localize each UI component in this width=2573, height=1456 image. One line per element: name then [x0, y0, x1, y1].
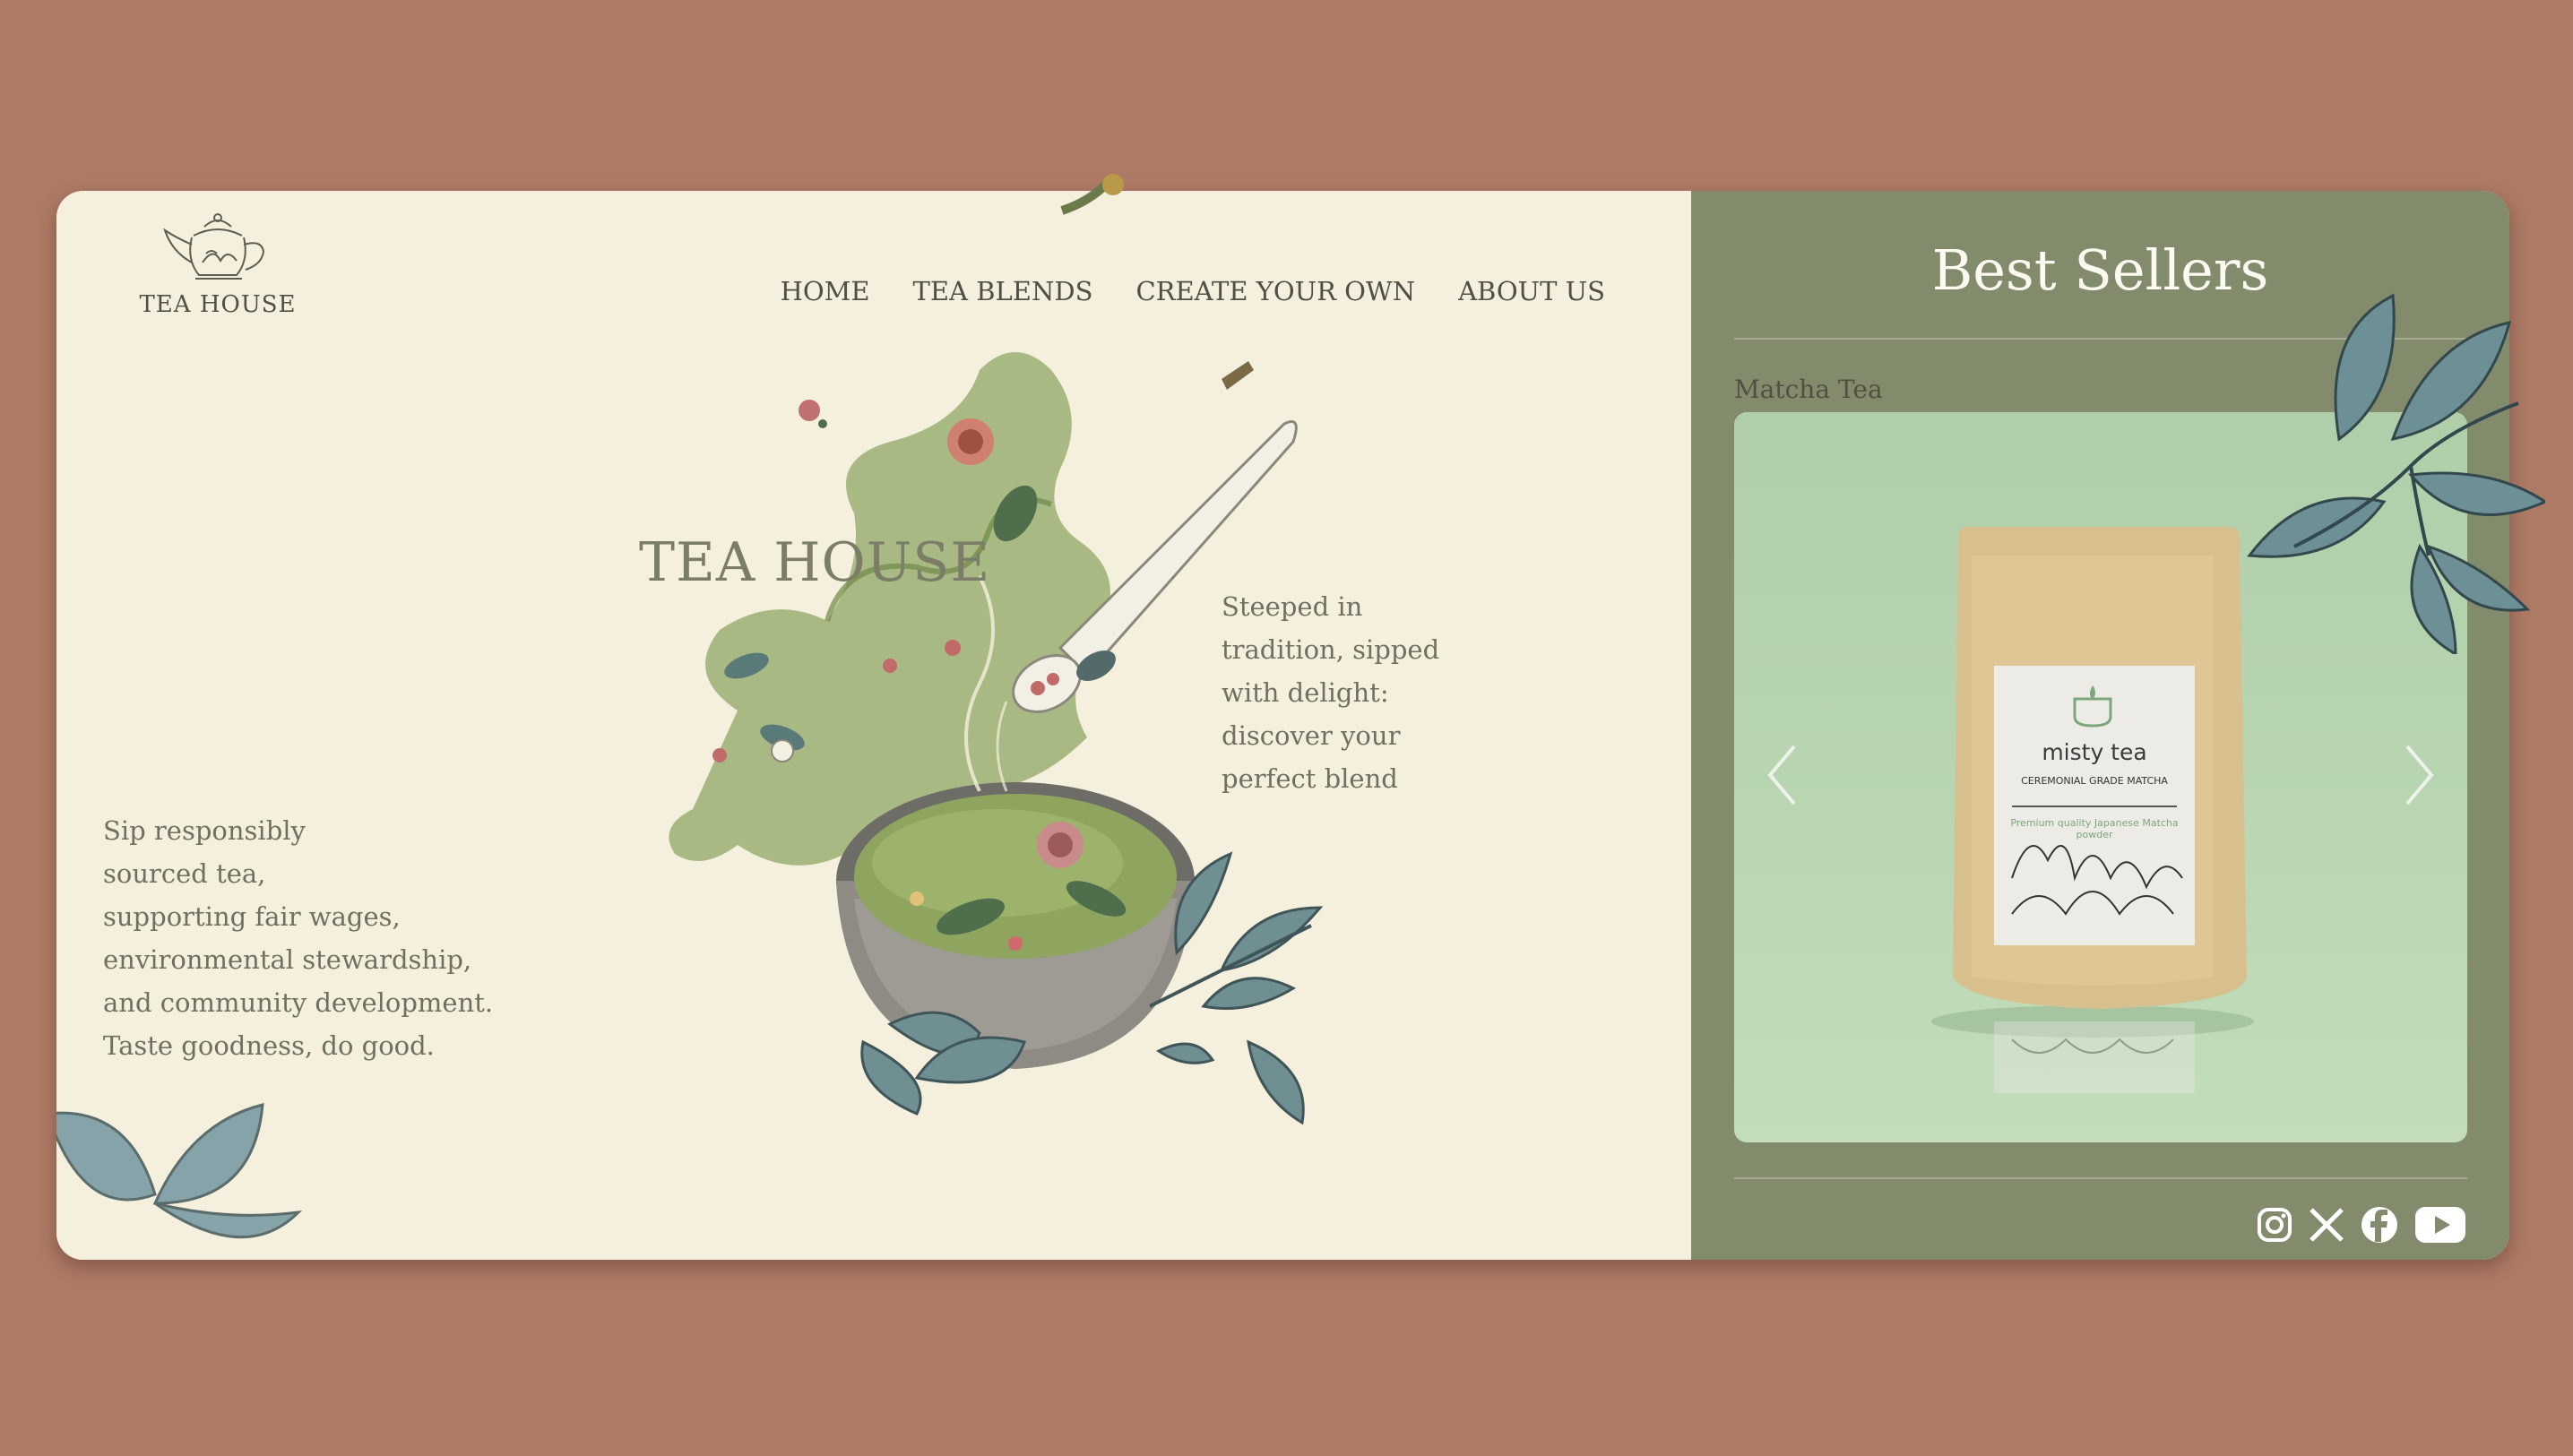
package-brand: misty tea — [2042, 739, 2147, 765]
hero-title: TEA HOUSE — [639, 531, 991, 594]
teapot-logo-icon — [163, 213, 265, 280]
tagline-line: discover your — [1222, 720, 1401, 751]
tagline-line: Steeped in — [1222, 591, 1363, 622]
package-subtitle: CEREMONIAL GRADE MATCHA — [2021, 775, 2168, 787]
package-note: Premium quality Japanese Matcha powder — [2010, 817, 2179, 840]
instagram-icon[interactable] — [2257, 1207, 2292, 1246]
main-nav: HOME TEA BLENDS CREATE YOUR OWN ABOUT US — [781, 276, 1605, 306]
mission-line: environmental stewardship, — [103, 944, 472, 975]
x-icon[interactable] — [2309, 1207, 2344, 1246]
logo-text: TEA HOUSE — [139, 291, 297, 318]
nav-home[interactable]: HOME — [781, 276, 870, 306]
product-name: Matcha Tea — [1734, 375, 1883, 404]
carousel-next-arrow-icon[interactable] — [2391, 730, 2445, 820]
facebook-icon[interactable] — [2361, 1206, 2398, 1247]
clove-decoration-icon — [1060, 174, 1124, 215]
mission-line: supporting fair wages, — [103, 901, 401, 932]
nav-create-your-own[interactable]: CREATE YOUR OWN — [1135, 276, 1415, 306]
main-card: TEA HOUSE HOME TEA BLENDS CREATE YOUR OW… — [56, 191, 2509, 1260]
mission-line: sourced tea, — [103, 858, 266, 889]
leaf-sprig-decoration-icon — [2247, 293, 2545, 654]
tagline-line: tradition, sipped — [1222, 634, 1440, 665]
mission-line: and community development. — [103, 987, 494, 1018]
mission-line: Sip responsibly — [103, 815, 306, 846]
nav-about-us[interactable]: ABOUT US — [1458, 276, 1605, 306]
hero-section: TEA HOUSE HOME TEA BLENDS CREATE YOUR OW… — [56, 191, 1691, 1260]
mission-statement: Sip responsibly sourced tea, supporting … — [103, 809, 515, 1067]
divider — [1734, 1177, 2467, 1179]
leaf-decoration-icon — [56, 1103, 303, 1239]
social-links — [2257, 1206, 2466, 1247]
hero-tagline: Steeped in tradition, sipped with deligh… — [1222, 585, 1446, 800]
carousel-prev-arrow-icon[interactable] — [1757, 730, 1810, 820]
youtube-icon[interactable] — [2414, 1206, 2466, 1247]
logo[interactable]: TEA HOUSE — [137, 209, 298, 318]
tagline-line: perfect blend — [1222, 763, 1398, 794]
mission-line: Taste goodness, do good. — [103, 1030, 435, 1061]
tagline-line: with delight: — [1222, 677, 1389, 708]
nav-tea-blends[interactable]: TEA BLENDS — [913, 276, 1093, 306]
